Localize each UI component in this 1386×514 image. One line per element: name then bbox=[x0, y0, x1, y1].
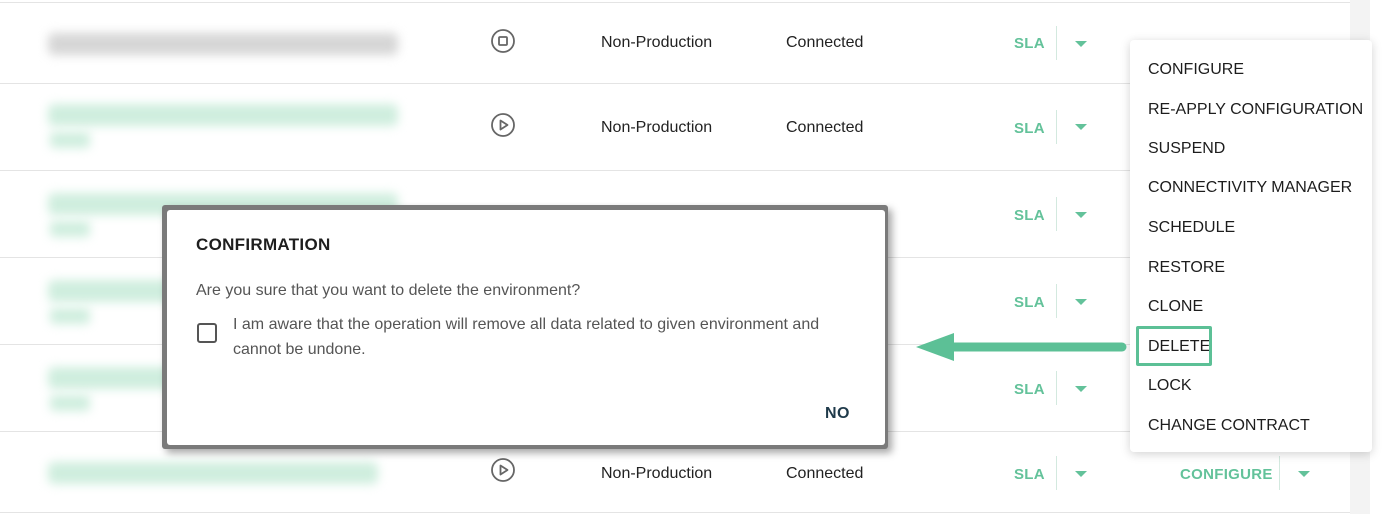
sla-button[interactable]: SLA bbox=[1014, 35, 1045, 52]
sla-dropdown-caret-icon[interactable] bbox=[1075, 471, 1087, 477]
menu-item-lock[interactable]: LOCK bbox=[1148, 377, 1192, 395]
action-dropdown-menu: CONFIGURE RE-APPLY CONFIGURATION SUSPEND… bbox=[1130, 40, 1372, 452]
sla-dropdown-caret-icon[interactable] bbox=[1075, 386, 1087, 392]
action-dropdown-caret-icon[interactable] bbox=[1298, 471, 1310, 477]
sla-dropdown-caret-icon[interactable] bbox=[1075, 299, 1087, 305]
blurred-environment-name-tail bbox=[50, 132, 90, 148]
acknowledge-checkbox[interactable] bbox=[197, 323, 217, 343]
play-icon[interactable] bbox=[491, 458, 515, 482]
environment-type: Non-Production bbox=[601, 465, 713, 482]
blurred-environment-name-tail bbox=[50, 221, 90, 237]
no-button[interactable]: NO bbox=[825, 405, 850, 423]
delete-highlight-box bbox=[1136, 326, 1212, 366]
menu-item-configure[interactable]: CONFIGURE bbox=[1148, 61, 1244, 79]
separator bbox=[1056, 371, 1057, 405]
stop-icon[interactable] bbox=[491, 29, 515, 53]
separator bbox=[1279, 456, 1280, 490]
sla-button[interactable]: SLA bbox=[1014, 207, 1045, 224]
menu-item-restore[interactable]: RESTORE bbox=[1148, 259, 1225, 277]
connection-status: Connected bbox=[786, 119, 864, 136]
menu-item-reapply-configuration[interactable]: RE-APPLY CONFIGURATION bbox=[1148, 101, 1363, 119]
separator bbox=[1056, 110, 1057, 144]
annotation-arrow-icon bbox=[916, 333, 1127, 361]
blurred-environment-name-tail bbox=[50, 308, 90, 324]
menu-item-connectivity-manager[interactable]: CONNECTIVITY MANAGER bbox=[1148, 179, 1352, 197]
separator bbox=[1056, 197, 1057, 231]
sla-dropdown-caret-icon[interactable] bbox=[1075, 124, 1087, 130]
sla-button[interactable]: SLA bbox=[1014, 294, 1045, 311]
separator bbox=[1056, 26, 1057, 60]
blurred-environment-name bbox=[48, 33, 398, 55]
play-icon[interactable] bbox=[491, 113, 515, 137]
dialog-title: CONFIRMATION bbox=[196, 235, 331, 254]
separator bbox=[1056, 284, 1057, 318]
sla-dropdown-caret-icon[interactable] bbox=[1075, 212, 1087, 218]
sla-dropdown-caret-icon[interactable] bbox=[1075, 41, 1087, 47]
environment-type: Non-Production bbox=[601, 119, 713, 136]
confirmation-dialog: CONFIRMATION Are you sure that you want … bbox=[167, 210, 885, 445]
menu-item-suspend[interactable]: SUSPEND bbox=[1148, 140, 1225, 158]
sla-button[interactable]: SLA bbox=[1014, 381, 1045, 398]
menu-item-clone[interactable]: CLONE bbox=[1148, 298, 1203, 316]
separator bbox=[1056, 456, 1057, 490]
sla-button[interactable]: SLA bbox=[1014, 120, 1045, 137]
configure-button[interactable]: CONFIGURE bbox=[1180, 466, 1273, 483]
menu-item-change-contract[interactable]: CHANGE CONTRACT bbox=[1148, 417, 1310, 435]
connection-status: Connected bbox=[786, 34, 864, 51]
acknowledge-checkbox-label[interactable]: I am aware that the operation will remov… bbox=[233, 312, 833, 362]
blurred-environment-name bbox=[48, 104, 398, 126]
menu-item-schedule[interactable]: SCHEDULE bbox=[1148, 219, 1235, 237]
sla-button[interactable]: SLA bbox=[1014, 466, 1045, 483]
dialog-question: Are you sure that you want to delete the… bbox=[196, 282, 581, 299]
environment-type: Non-Production bbox=[601, 34, 713, 51]
connection-status: Connected bbox=[786, 465, 864, 482]
blurred-environment-name bbox=[48, 462, 378, 484]
blurred-environment-name-tail bbox=[50, 395, 90, 411]
